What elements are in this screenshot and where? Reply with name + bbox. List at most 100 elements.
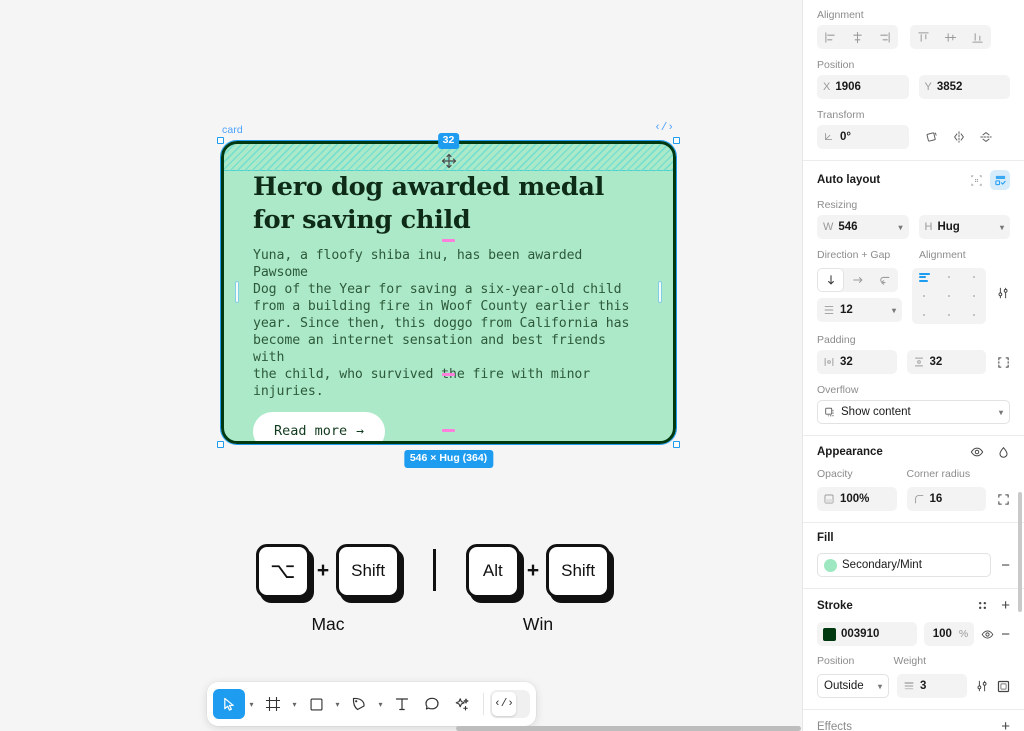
align-top-left-cell[interactable] (918, 272, 930, 282)
align-top-icon[interactable] (910, 25, 937, 49)
collapse-layout-icon[interactable] (970, 174, 983, 187)
dev-mode-toggle[interactable]: ‹/› (490, 690, 530, 718)
add-stroke-button[interactable]: + (1001, 598, 1010, 613)
align-bottom-icon[interactable] (964, 25, 991, 49)
stroke-styles-icon[interactable] (976, 599, 989, 612)
move-tool-caret[interactable]: ▾ (245, 689, 258, 719)
remove-stroke-button[interactable]: − (1001, 627, 1010, 642)
pen-tool[interactable] (344, 689, 374, 719)
frame-tool[interactable] (258, 689, 288, 719)
direction-vertical-icon[interactable] (817, 268, 844, 292)
auto-layout-title: Auto layout (817, 174, 881, 186)
stroke-opacity-field[interactable]: 100 % (924, 622, 975, 646)
align-vertical-center-icon[interactable] (937, 25, 964, 49)
flip-horizontal-icon[interactable] (946, 125, 973, 149)
frame-tool-caret[interactable]: ▾ (288, 689, 301, 719)
fill-style-row[interactable]: Secondary/Mint (817, 553, 992, 577)
align-bottom-center-cell[interactable] (948, 313, 951, 316)
padding-handle-left[interactable] (235, 281, 239, 303)
flip-corner-icon[interactable] (919, 125, 946, 149)
resize-handle-top-right[interactable] (673, 137, 680, 144)
move-tool[interactable] (213, 689, 245, 719)
resize-handle-bottom-right[interactable] (673, 441, 680, 448)
actions-tool[interactable] (447, 689, 477, 719)
corner-radius-label: Corner radius (906, 468, 971, 480)
padding-horizontal-field[interactable]: 32 (817, 350, 897, 374)
resize-handle-bottom-left[interactable] (217, 441, 224, 448)
comment-tool[interactable] (417, 689, 447, 719)
chevron-down-icon[interactable]: ▾ (878, 682, 882, 691)
stroke-visibility-eye-icon[interactable] (981, 628, 994, 641)
stroke-color-row[interactable]: 003910 (817, 622, 918, 646)
align-middle-left-cell[interactable] (923, 294, 926, 297)
opacity-field[interactable]: 100% (817, 487, 897, 511)
position-y-field[interactable]: Y 3852 (918, 75, 1010, 99)
align-left-icon[interactable] (817, 25, 844, 49)
mac-caption: Mac (311, 614, 345, 634)
direction-wrap-icon[interactable] (871, 268, 898, 292)
stroke-weight-field[interactable]: 3 (897, 674, 967, 698)
gap-badge[interactable]: 32 (437, 133, 460, 150)
padding-handle-right[interactable] (658, 281, 662, 303)
layer-name-label[interactable]: card (222, 124, 243, 136)
code-icon[interactable]: ‹/› (654, 123, 674, 134)
layout-alignment-grid[interactable] (912, 268, 986, 324)
stroke-advanced-settings-icon[interactable] (975, 679, 989, 693)
canvas-horizontal-scrollbar[interactable] (456, 726, 801, 731)
width-value: 546 (838, 221, 858, 233)
design-canvas[interactable]: card ‹/› Hero dog awarded medal for savi… (0, 0, 802, 731)
independent-corners-icon[interactable] (996, 493, 1010, 506)
chevron-down-icon[interactable]: ▾ (1000, 223, 1004, 232)
flip-vertical-icon[interactable] (973, 125, 1000, 149)
pen-tool-caret[interactable]: ▾ (374, 689, 387, 719)
width-field[interactable]: W 546 ▾ (817, 215, 909, 239)
text-tool[interactable] (387, 689, 417, 719)
visibility-eye-icon[interactable] (970, 445, 984, 459)
align-vertical-group[interactable] (910, 25, 991, 49)
key-shift: Shift (336, 544, 401, 598)
stroke-outside-preview-icon[interactable] (997, 680, 1010, 693)
align-right-icon[interactable] (871, 25, 898, 49)
stroke-weight-value: 3 (920, 680, 927, 692)
fill-color-swatch[interactable] (824, 558, 837, 572)
stroke-position-select[interactable]: Outside ▾ (817, 674, 889, 698)
chevron-down-icon[interactable]: ▾ (999, 408, 1003, 417)
gap-field[interactable]: 12 ▾ (817, 298, 903, 322)
direction-horizontal-icon[interactable] (844, 268, 871, 292)
card-frame[interactable]: Hero dog awarded medal for saving child … (221, 141, 676, 444)
chevron-down-icon[interactable]: ▾ (892, 306, 896, 315)
stroke-color-swatch[interactable] (823, 627, 836, 641)
read-more-button[interactable]: Read more → (253, 412, 385, 441)
align-horizontal-group[interactable] (817, 25, 898, 49)
chevron-down-icon[interactable]: ▾ (898, 223, 902, 232)
layout-advanced-settings-icon[interactable] (996, 286, 1010, 300)
properties-panel[interactable]: Alignment Position X 1906 Y 3852 Transfo… (802, 0, 1024, 731)
padding-vertical-field[interactable]: 32 (906, 350, 986, 374)
rotation-field[interactable]: 0° (817, 125, 909, 149)
align-top-right-cell[interactable] (972, 276, 975, 279)
key-alt: Alt (465, 544, 520, 598)
individual-padding-icon[interactable] (996, 356, 1010, 369)
fill-title: Fill (817, 532, 834, 544)
shape-tool[interactable] (301, 689, 331, 719)
align-top-center-cell[interactable] (948, 276, 951, 279)
blend-mode-icon[interactable] (997, 446, 1010, 459)
resize-handle-top-left[interactable] (217, 137, 224, 144)
position-x-field[interactable]: X 1906 (817, 75, 909, 99)
auto-layout-toggle-icon[interactable] (990, 170, 1010, 190)
align-middle-center-cell[interactable] (948, 294, 951, 297)
shape-tool-caret[interactable]: ▾ (331, 689, 344, 719)
align-horizontal-center-icon[interactable] (844, 25, 871, 49)
padding-vertical-value: 32 (929, 356, 943, 368)
align-bottom-left-cell[interactable] (923, 313, 926, 316)
align-middle-right-cell[interactable] (972, 294, 975, 297)
add-effect-button[interactable]: + (1001, 719, 1010, 731)
height-field[interactable]: H Hug ▾ (918, 215, 1010, 239)
corner-radius-field[interactable]: 16 (906, 487, 986, 511)
align-bottom-right-cell[interactable] (972, 313, 975, 316)
toolbar[interactable]: ▾ ▾ ▾ ▾ ‹/› (207, 682, 536, 726)
overflow-select[interactable]: Show content ▾ (817, 400, 1010, 424)
card-selection-wrapper[interactable]: card ‹/› Hero dog awarded medal for savi… (217, 123, 680, 468)
panel-scrollbar[interactable] (1018, 492, 1022, 612)
remove-fill-button[interactable]: − (1001, 558, 1010, 573)
